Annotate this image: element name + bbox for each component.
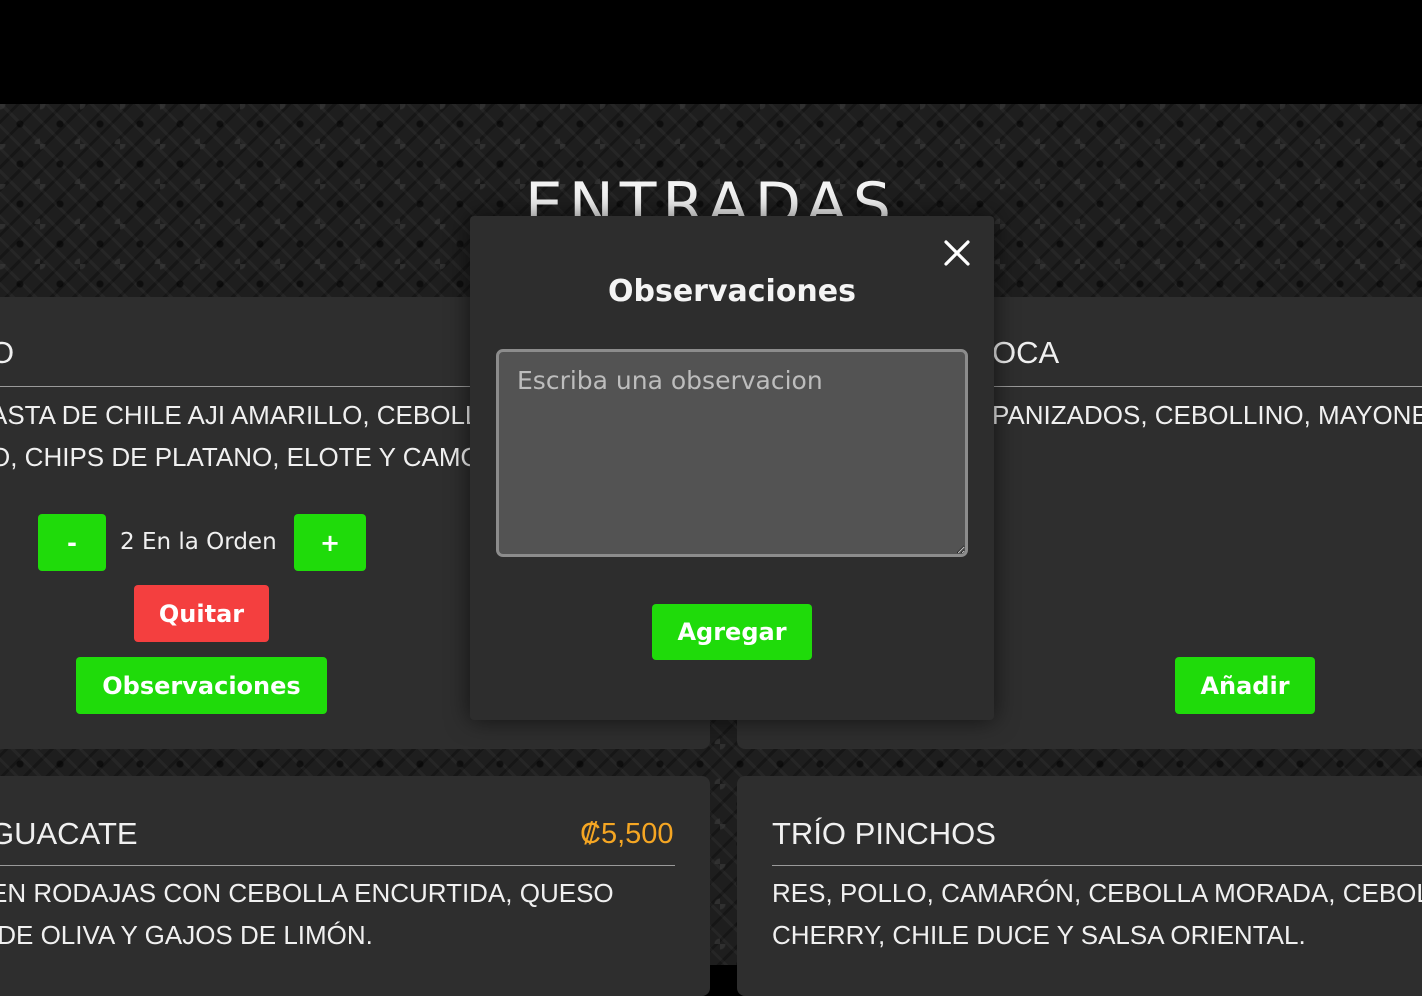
- close-button[interactable]: [938, 234, 976, 272]
- modal-title: Observaciones: [607, 274, 856, 309]
- submit-observation-button[interactable]: Agregar: [652, 604, 812, 660]
- observations-modal: Observaciones Agregar: [470, 216, 994, 720]
- close-icon: [944, 240, 970, 266]
- modal-overlay: Observaciones Agregar: [0, 0, 1422, 965]
- observation-textarea[interactable]: [496, 349, 968, 557]
